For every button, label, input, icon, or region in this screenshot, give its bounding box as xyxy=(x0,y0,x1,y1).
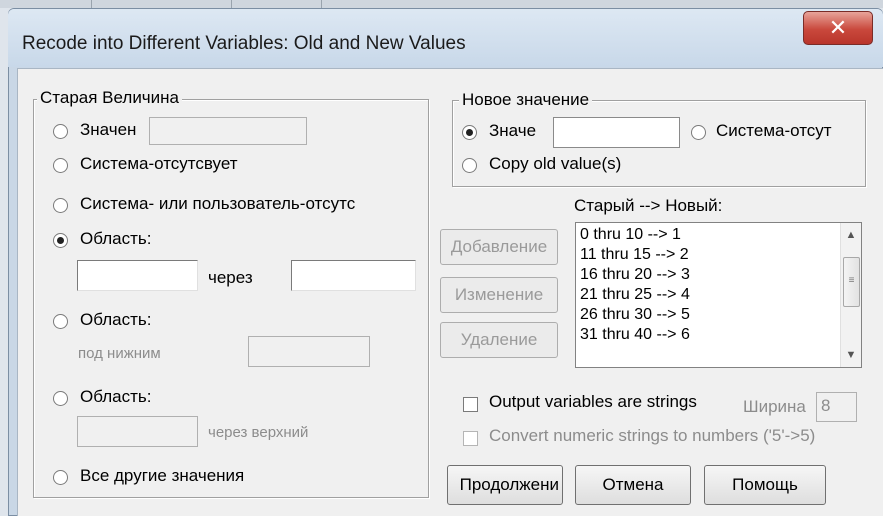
old-value-all-other-label: Все другие значения xyxy=(80,466,245,485)
old-value-range-lowest-label: Область: xyxy=(80,310,152,329)
scroll-up-icon[interactable]: ▲ xyxy=(841,229,861,241)
new-value-value-input[interactable] xyxy=(553,117,680,148)
old-value-range-highest-label: Область: xyxy=(80,387,152,406)
list-item[interactable]: 16 thru 20 --> 3 xyxy=(576,265,836,285)
cancel-button[interactable]: Отмена xyxy=(575,465,691,505)
close-button[interactable]: ✕ xyxy=(803,11,873,45)
new-value-group-label: Новое значение xyxy=(459,90,593,110)
old-value-system-missing-label: Система-отсутсвует xyxy=(80,154,238,173)
new-value-system-missing-label: Система-отсут xyxy=(716,121,832,140)
output-strings-label: Output variables are strings xyxy=(489,392,697,411)
background-strip xyxy=(0,0,883,8)
old-value-range-highest-radio[interactable] xyxy=(53,391,68,406)
old-value-range-from-input[interactable] xyxy=(77,260,198,291)
old-value-through-highest-label: через верхний xyxy=(208,424,309,441)
list-item[interactable]: 0 thru 10 --> 1 xyxy=(576,225,836,245)
close-icon: ✕ xyxy=(828,15,848,40)
old-value-lowest-through-label: под нижним xyxy=(78,345,161,362)
old-value-range-to-input[interactable] xyxy=(291,260,416,291)
old-value-range-through-label: через xyxy=(208,268,253,287)
old-value-range-lowest-input[interactable] xyxy=(248,336,370,367)
continue-button[interactable]: Продолжени xyxy=(447,465,563,505)
list-item[interactable]: 31 thru 40 --> 6 xyxy=(576,325,836,345)
mapping-header: Старый --> Новый: xyxy=(574,196,723,215)
old-value-range-lowest-radio[interactable] xyxy=(53,314,68,329)
mapping-list-scrollbar[interactable]: ▲ ≡ ▼ xyxy=(840,223,861,367)
old-value-all-other-radio[interactable] xyxy=(53,470,68,485)
help-button[interactable]: Помощь xyxy=(704,465,826,505)
old-value-system-or-user-missing-radio[interactable] xyxy=(53,198,68,213)
width-label: Ширина xyxy=(743,397,806,416)
new-value-value-label: Значе xyxy=(489,121,537,140)
add-button[interactable]: Добавление xyxy=(440,229,558,265)
output-strings-checkbox[interactable] xyxy=(463,397,478,412)
old-value-value-label: Значен xyxy=(80,120,137,139)
new-value-copy-old-label: Copy old value(s) xyxy=(489,154,622,173)
old-value-range-radio[interactable] xyxy=(53,233,68,248)
old-value-system-or-user-missing-label: Система- или пользователь-отсутс xyxy=(80,194,356,213)
change-button[interactable]: Изменение xyxy=(440,277,558,313)
convert-numeric-label: Convert numeric strings to numbers ('5'-… xyxy=(489,426,816,445)
new-value-copy-old-radio[interactable] xyxy=(462,158,477,173)
new-value-value-radio[interactable] xyxy=(462,125,477,140)
convert-numeric-checkbox[interactable] xyxy=(463,431,478,446)
old-value-value-radio[interactable] xyxy=(53,124,68,139)
list-item[interactable]: 26 thru 30 --> 5 xyxy=(576,305,836,325)
old-value-range-highest-input[interactable] xyxy=(77,416,198,447)
old-value-system-missing-radio[interactable] xyxy=(53,158,68,173)
old-value-value-input[interactable] xyxy=(149,117,307,145)
scroll-thumb[interactable]: ≡ xyxy=(843,257,860,307)
window-title: Recode into Different Variables: Old and… xyxy=(22,33,466,54)
new-value-system-missing-radio[interactable] xyxy=(691,125,706,140)
width-input[interactable]: 8 xyxy=(816,392,857,422)
list-item[interactable]: 11 thru 15 --> 2 xyxy=(576,245,836,265)
old-value-group-label: Старая Величина xyxy=(37,88,183,108)
list-item[interactable]: 21 thru 25 --> 4 xyxy=(576,285,836,305)
scroll-down-icon[interactable]: ▼ xyxy=(841,349,861,361)
remove-button[interactable]: Удаление xyxy=(440,322,558,358)
mapping-list[interactable]: 0 thru 10 --> 1 11 thru 15 --> 2 16 thru… xyxy=(575,222,862,368)
old-value-range-label: Область: xyxy=(80,229,152,248)
